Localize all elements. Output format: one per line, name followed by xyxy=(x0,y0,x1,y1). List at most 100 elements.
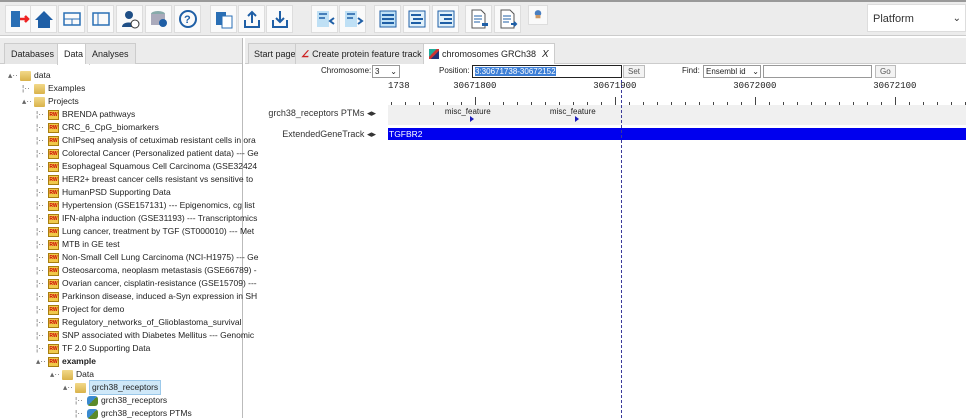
tree-expander[interactable]: ▴·· xyxy=(22,95,32,108)
track-label-gene[interactable]: ExtendedGeneTrack ◂▸ xyxy=(282,129,376,140)
download-button[interactable] xyxy=(266,5,293,33)
tree-expander[interactable]: ¦·· xyxy=(36,173,44,186)
tree-item[interactable]: RW Parkinson disease, induced a-Syn expre… xyxy=(48,290,257,303)
tree-expander[interactable]: ▴·· xyxy=(36,355,46,368)
tree-item[interactable]: RW Non-Small Cell Lung Carcinoma (NCI-H19… xyxy=(48,251,259,264)
tree-item[interactable]: grch38_receptors PTMs xyxy=(87,407,192,420)
tree-expander[interactable]: ▴·· xyxy=(63,381,73,394)
tree-expander[interactable]: ¦·· xyxy=(36,160,44,173)
view-medium-button[interactable] xyxy=(403,5,430,33)
position-input[interactable]: 3:30671738-30672152 xyxy=(472,65,622,78)
tree-expander[interactable]: ¦·· xyxy=(36,342,44,355)
tree-item[interactable]: RW Project for demo xyxy=(48,303,124,316)
layout-vertical-button[interactable] xyxy=(87,5,114,33)
chromosome-select[interactable]: 3 ⌄ xyxy=(372,65,400,78)
tree-expander[interactable]: ¦·· xyxy=(22,82,30,95)
user-info-button[interactable] xyxy=(116,5,143,33)
tree-item[interactable]: RW Esophageal Squamous Cell Carcinoma (GS… xyxy=(48,160,257,173)
tab-databases[interactable]: Databases xyxy=(4,43,62,64)
tree-item[interactable]: RW Lung cancer, treatment by TGF (ST00001… xyxy=(48,225,254,238)
track-scroll-arrows-icon[interactable]: ◂▸ xyxy=(367,108,376,118)
tree-item[interactable]: RW TF 2.0 Supporting Data xyxy=(48,342,150,355)
tree-item[interactable]: RW example xyxy=(48,355,96,368)
tree-expander[interactable]: ¦·· xyxy=(36,199,44,212)
tab-create-protein-feature-track[interactable]: ∠Create protein feature trackX xyxy=(295,43,441,64)
tree-item[interactable]: grch38_receptors xyxy=(87,394,167,407)
expand-right-button[interactable] xyxy=(339,5,366,33)
track-label-ptms[interactable]: grch38_receptors PTMs ◂▸ xyxy=(268,108,376,119)
tree-item[interactable]: Examples xyxy=(34,82,85,95)
tab-start-page[interactable]: Start page xyxy=(248,43,302,64)
find-type-select[interactable]: Ensembl id ⌄ xyxy=(703,65,761,78)
tree-expander[interactable]: ¦·· xyxy=(36,251,44,264)
tree-expander[interactable]: ¦·· xyxy=(36,147,44,160)
tree-item[interactable]: RW ChIPseq analysis of cetuximab resistan… xyxy=(48,134,256,147)
tree-item[interactable]: RW HER2+ breast cancer cells resistant vs… xyxy=(48,173,253,186)
tree-expander[interactable]: ¦·· xyxy=(36,316,44,329)
tree-item[interactable]: RW BRENDA pathways xyxy=(48,108,135,121)
tree-expander[interactable]: ¦·· xyxy=(36,134,44,147)
tree-item[interactable]: RW IFN-alpha induction (GSE31193) --- Tra… xyxy=(48,212,257,225)
track-scroll-arrows-icon[interactable]: ◂▸ xyxy=(367,129,376,139)
tree-expander[interactable]: ¦·· xyxy=(36,212,44,225)
tree-item[interactable]: RW SNP associated with Diabetes Mellitus … xyxy=(48,329,254,342)
tree-expander[interactable]: ¦·· xyxy=(36,121,44,134)
tree-expander[interactable]: ¦·· xyxy=(75,407,83,420)
tree-expander[interactable]: ▴·· xyxy=(8,69,18,82)
ptm-track: misc_feature misc_feature xyxy=(388,105,966,125)
tab-chromosomes-grch38[interactable]: chromosomes GRCh38 X xyxy=(423,43,555,64)
view-full-button[interactable] xyxy=(374,5,401,33)
tree-item[interactable]: grch38_receptors xyxy=(75,380,162,395)
home-button[interactable] xyxy=(30,5,57,33)
upload-button[interactable] xyxy=(238,5,265,33)
plugin-button[interactable] xyxy=(528,5,548,25)
tree-item[interactable]: RW CRC_6_CpG_biomarkers xyxy=(48,121,159,134)
set-button[interactable]: Set xyxy=(623,65,646,78)
tree-expander[interactable]: ¦·· xyxy=(36,264,44,277)
tree-expander[interactable]: ¦·· xyxy=(36,225,44,238)
tree-item-label: Hypertension (GSE157131) --- Epigenomics… xyxy=(62,200,255,210)
tree-item[interactable]: RW MTB in GE test xyxy=(48,238,120,251)
tree-item-label: Projects xyxy=(48,96,79,106)
tree-item[interactable]: RW HumanPSD Supporting Data xyxy=(48,186,171,199)
database-settings-button[interactable] xyxy=(145,5,172,33)
export-doc-button[interactable] xyxy=(465,5,492,33)
export-doc-arrow-button[interactable] xyxy=(494,5,521,33)
tree-expander[interactable]: ¦·· xyxy=(36,290,44,303)
go-button[interactable]: Go xyxy=(875,65,896,78)
project-icon: RW xyxy=(48,304,59,315)
collapse-left-button[interactable] xyxy=(311,5,338,33)
tab-analyses[interactable]: Analyses xyxy=(85,43,136,64)
tree-item[interactable]: RW Osteosarcoma, neoplasm metastasis (GSE… xyxy=(48,264,257,277)
tree-item[interactable]: RW Ovarian cancer, cisplatin-resistance (… xyxy=(48,277,257,290)
tree-item[interactable]: Projects xyxy=(34,95,79,108)
find-input[interactable] xyxy=(763,65,872,78)
layout-horizontal-icon xyxy=(62,12,81,26)
copy-button[interactable] xyxy=(210,5,237,33)
position-label: Position: xyxy=(439,66,470,75)
tree-expander[interactable]: ¦·· xyxy=(36,186,44,199)
platform-select[interactable]: Platform ⌄ xyxy=(867,4,966,32)
gene-tgfbr2[interactable]: TGFBR2 xyxy=(388,128,966,140)
tree-item[interactable]: RW Hypertension (GSE157131) --- Epigenomi… xyxy=(48,199,255,212)
close-icon[interactable]: X xyxy=(542,49,549,60)
tree-item[interactable]: RW Regulatory_networks_of_Glioblastoma_su… xyxy=(48,316,242,329)
chromosome-value: 3 xyxy=(375,67,380,76)
tree-expander[interactable]: ¦·· xyxy=(36,329,44,342)
tree-item[interactable]: data xyxy=(20,69,51,82)
folder-icon xyxy=(75,382,86,393)
tree-expander[interactable]: ¦·· xyxy=(36,108,44,121)
layout-horizontal-button[interactable] xyxy=(58,5,85,33)
tree-expander[interactable]: ¦·· xyxy=(36,277,44,290)
tree-expander[interactable]: ▴·· xyxy=(50,368,60,381)
exit-button[interactable] xyxy=(5,5,32,33)
tree-item[interactable]: RW Colorectal Cancer (Personalized patien… xyxy=(48,147,259,160)
view-compact-button[interactable] xyxy=(432,5,459,33)
feature-arrow-icon[interactable] xyxy=(574,116,579,122)
feature-arrow-icon[interactable] xyxy=(469,116,474,122)
tree-expander[interactable]: ¦·· xyxy=(36,303,44,316)
project-icon: RW xyxy=(48,148,59,159)
help-button[interactable]: ? xyxy=(174,5,201,33)
tree-expander[interactable]: ¦·· xyxy=(75,394,83,407)
tree-expander[interactable]: ¦·· xyxy=(36,238,44,251)
